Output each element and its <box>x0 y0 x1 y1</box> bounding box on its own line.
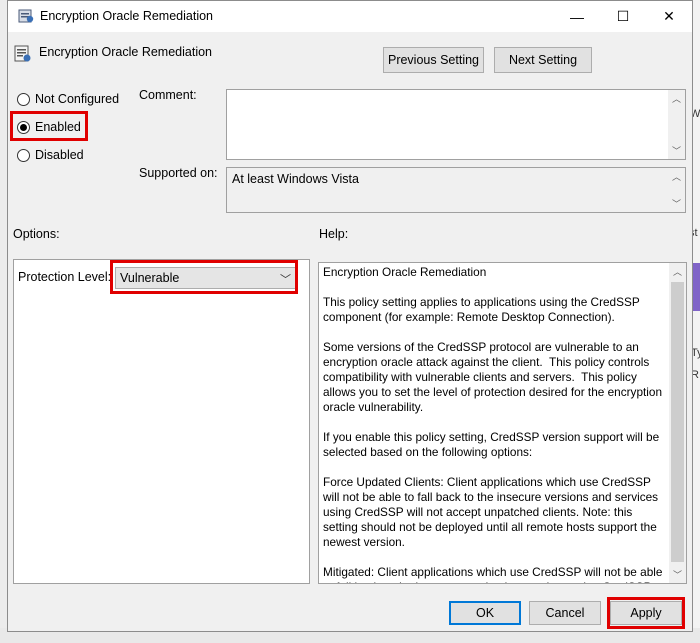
close-icon: ✕ <box>663 8 675 24</box>
radio-label: Disabled <box>35 148 84 162</box>
minimize-icon: — <box>570 8 584 25</box>
highlight-box-apply <box>607 597 685 629</box>
ok-button[interactable]: OK <box>449 601 521 625</box>
radio-circle[interactable] <box>17 148 30 162</box>
radio-not-configured[interactable]: Not Configured <box>17 92 119 106</box>
radio-disabled[interactable]: Disabled <box>17 148 84 162</box>
window-title: Encryption Oracle Remediation <box>40 9 213 23</box>
close-button[interactable]: ✕ <box>646 1 692 32</box>
scroll-up-icon[interactable]: ︿ <box>669 263 686 280</box>
radio-circle[interactable] <box>17 92 30 106</box>
cancel-button[interactable]: Cancel <box>529 601 601 625</box>
supported-on-label: Supported on: <box>139 166 218 180</box>
next-setting-button[interactable]: Next Setting <box>494 47 592 73</box>
policy-dialog: Encryption Oracle Remediation — ☐ ✕ Encr… <box>7 0 693 632</box>
scroll-down-icon[interactable]: ﹀ <box>668 142 685 159</box>
scroll-down-icon[interactable]: ﹀ <box>668 195 685 212</box>
options-pane: Protection Level: Vulnerable ﹀ <box>13 259 310 584</box>
setting-icon <box>14 45 31 62</box>
supported-scrollbar[interactable]: ︿ ﹀ <box>668 168 685 212</box>
help-pane[interactable]: Encryption Oracle Remediation This polic… <box>318 262 687 584</box>
scroll-down-icon[interactable]: ﹀ <box>669 566 686 583</box>
help-text: Encryption Oracle Remediation This polic… <box>323 265 663 583</box>
policy-settings-icon <box>18 9 34 23</box>
title-bar[interactable]: Encryption Oracle Remediation — ☐ ✕ <box>8 1 692 32</box>
supported-on-value: At least Windows Vista <box>232 172 359 186</box>
maximize-button[interactable]: ☐ <box>600 1 646 32</box>
help-heading: Help: <box>319 227 349 241</box>
help-scrollbar[interactable]: ︿ ﹀ <box>669 263 686 583</box>
comment-label: Comment: <box>139 88 197 102</box>
minimize-button[interactable]: — <box>554 1 600 32</box>
highlight-box-enabled <box>10 111 88 141</box>
scroll-up-icon[interactable]: ︿ <box>668 168 685 185</box>
setting-name: Encryption Oracle Remediation <box>39 45 212 59</box>
options-heading: Options: <box>13 227 60 241</box>
previous-setting-button[interactable]: Previous Setting <box>383 47 484 73</box>
radio-label: Not Configured <box>35 92 120 106</box>
comment-scrollbar[interactable]: ︿ ﹀ <box>668 90 685 159</box>
highlight-box-dropdown <box>110 260 298 294</box>
supported-on-box: At least Windows Vista ︿ ﹀ <box>226 167 686 213</box>
protection-level-label: Protection Level: <box>18 270 112 284</box>
comment-textbox[interactable]: ︿ ﹀ <box>226 89 686 160</box>
maximize-icon: ☐ <box>616 8 630 24</box>
scroll-up-icon[interactable]: ︿ <box>668 90 685 107</box>
scrollbar-thumb[interactable] <box>671 282 684 562</box>
